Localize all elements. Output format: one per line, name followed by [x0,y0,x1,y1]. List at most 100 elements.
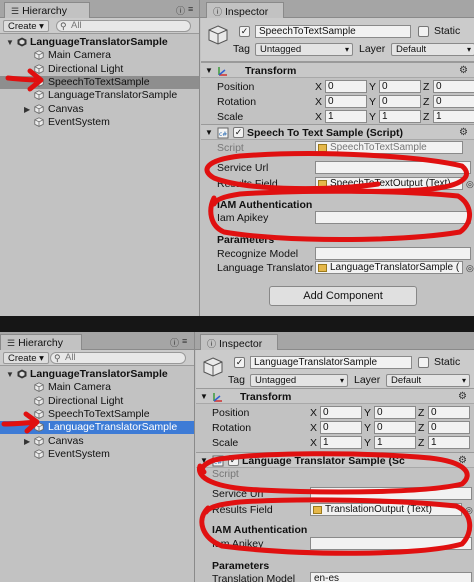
hierarchy-item[interactable]: EventSystem [0,116,199,129]
create-button[interactable]: Create ▾ [3,352,49,364]
transform-rotation-x-input[interactable]: 0 [320,421,362,434]
axis-z-label[interactable]: Z [418,422,424,434]
axis-z-label[interactable]: Z [423,111,429,123]
active-checkbox[interactable]: ✓ [234,357,245,368]
gear-icon[interactable]: ⚙ [458,391,467,402]
hierarchy-item[interactable]: SpeechToTextSample [0,408,194,421]
hierarchy-root-item[interactable]: ▼ LanguageTranslatorSample [0,368,194,381]
axis-x-label[interactable]: X [310,407,317,419]
parameters-section-header: Parameters [217,234,275,246]
hierarchy-search-input[interactable]: ⚲ All [50,352,186,364]
collapsed-arrow-icon[interactable]: ▶ [24,435,30,448]
axis-x-label[interactable]: X [315,81,322,93]
transform-position-z-input[interactable]: 0 [428,406,470,419]
script-icon: c# [212,455,224,467]
transform-position-y-input[interactable]: 0 [374,406,416,419]
axis-y-label[interactable]: Y [364,437,371,449]
axis-x-label[interactable]: X [315,111,322,123]
object-name-input[interactable]: LanguageTranslatorSample [250,356,412,369]
transform-scale-z-input[interactable]: 1 [428,436,470,449]
transform-position-z-input[interactable]: 0 [433,80,474,93]
component-enabled-checkbox[interactable]: ✓ [233,127,244,138]
axis-y-label[interactable]: Y [369,96,376,108]
static-checkbox[interactable] [418,26,429,37]
axis-z-label[interactable]: Z [423,96,429,108]
hierarchy-root-item[interactable]: ▼ LanguageTranslatorSample [0,36,199,49]
collapse-arrow-icon[interactable]: ▼ [200,456,208,465]
hierarchy-item[interactable]: Directional Light [0,63,199,76]
tag-dropdown[interactable]: Untagged ▾ [250,374,348,387]
collapsed-arrow-icon[interactable]: ▶ [24,103,30,116]
static-checkbox[interactable] [418,357,429,368]
axis-y-label[interactable]: Y [369,81,376,93]
axis-y-label[interactable]: Y [369,111,376,123]
results-field-input[interactable]: SpeechToTextOutput (Text) [315,177,463,190]
hierarchy-item[interactable]: LanguageTranslatorSample [0,89,199,102]
axis-z-label[interactable]: Z [423,81,429,93]
transform-scale-z-input[interactable]: 1 [433,110,474,123]
gear-icon[interactable]: ⚙ [459,127,468,138]
hierarchy-item[interactable]: SpeechToTextSample [0,75,199,89]
layer-dropdown[interactable]: Default ▾ [386,374,470,387]
axis-x-label[interactable]: X [310,422,317,434]
service-url-input[interactable] [315,161,471,174]
hierarchy-item[interactable]: ▶ Canvas [0,103,199,116]
hierarchy-item[interactable]: Directional Light [0,395,194,408]
transform-scale-y-input[interactable]: 1 [374,436,416,449]
active-checkbox[interactable]: ✓ [239,26,250,37]
gear-icon[interactable]: ⚙ [458,455,467,466]
expand-arrow-icon[interactable]: ▼ [6,368,14,381]
service-url-input[interactable] [310,487,472,500]
create-button[interactable]: Create ▾ [3,20,49,32]
expand-arrow-icon[interactable]: ▼ [6,36,14,49]
cube-icon [34,117,44,127]
transform-axes-icon [218,67,227,76]
results-field-input[interactable]: TranslationOutput (Text) [310,503,462,516]
gear-icon[interactable]: ⚙ [459,65,468,76]
hierarchy-item[interactable]: ▶ Canvas [0,435,194,448]
translation-model-input[interactable]: en-es [310,572,472,582]
target-icon[interactable]: ◎ [466,179,474,190]
hierarchy-item[interactable]: LanguageTranslatorSample [0,421,194,435]
transform-scale-x-input[interactable]: 1 [320,436,362,449]
layer-dropdown[interactable]: Default ▾ [391,43,474,56]
axis-z-label[interactable]: Z [418,407,424,419]
iam-apikey-input[interactable] [310,537,472,550]
collapse-arrow-icon[interactable]: ▼ [205,128,213,137]
hierarchy-item[interactable]: EventSystem [0,448,194,461]
axis-x-label[interactable]: X [310,437,317,449]
transform-rotation-z-input[interactable]: 0 [428,421,470,434]
tag-dropdown[interactable]: Untagged ▾ [255,43,353,56]
axis-x-label[interactable]: X [315,96,322,108]
transform-position-x-input[interactable]: 0 [320,406,362,419]
transform-header[interactable]: ▼ Transform ⚙ [201,62,474,78]
transform-rotation-x-input[interactable]: 0 [325,95,367,108]
transform-position-y-input[interactable]: 0 [379,80,421,93]
target-icon[interactable]: ◎ [465,505,473,516]
add-component-button[interactable]: Add Component [269,286,417,306]
hierarchy-item[interactable]: Main Camera [0,49,199,62]
transform-rotation-y-input[interactable]: 0 [374,421,416,434]
script-component-header[interactable]: ▼ c# ✓ Speech To Text Sample (Script) ⚙ [201,124,474,140]
transform-rotation-y-input[interactable]: 0 [379,95,421,108]
object-name-input[interactable]: SpeechToTextSample [255,25,411,38]
iam-apikey-input[interactable] [315,211,471,224]
transform-rotation-z-input[interactable]: 0 [433,95,474,108]
hierarchy-search-input[interactable]: ⚲ All [56,20,191,32]
script-component-header[interactable]: ▼ c# ✓ Language Translator Sample (Sc ⚙ [196,452,474,468]
script-field[interactable]: SpeechToTextSample [315,141,463,154]
transform-scale-y-input[interactable]: 1 [379,110,421,123]
transform-scale-x-input[interactable]: 1 [325,110,367,123]
collapse-arrow-icon[interactable]: ▼ [200,392,208,401]
collapse-arrow-icon[interactable]: ▼ [205,66,213,75]
hierarchy-item[interactable]: Main Camera [0,381,194,394]
recognize-model-input[interactable] [315,247,471,260]
transform-header[interactable]: ▼ Transform ⚙ [196,388,474,404]
target-icon[interactable]: ◎ [466,263,474,274]
transform-position-x-input[interactable]: 0 [325,80,367,93]
axis-y-label[interactable]: Y [364,422,371,434]
component-enabled-checkbox[interactable]: ✓ [228,455,239,466]
axis-z-label[interactable]: Z [418,437,424,449]
axis-y-label[interactable]: Y [364,407,371,419]
language-translator-field[interactable]: LanguageTranslatorSample ( [315,261,463,274]
